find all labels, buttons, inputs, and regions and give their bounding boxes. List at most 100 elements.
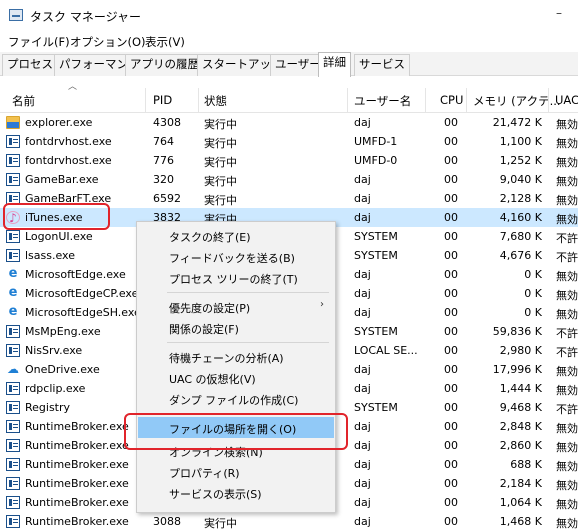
- process-cpu: 00: [444, 325, 458, 338]
- menu-item-uac-virtualization[interactable]: UAC の仮想化(V): [138, 367, 334, 388]
- process-name: RuntimeBroker.exe: [25, 477, 129, 490]
- column-name[interactable]: 名前: [12, 93, 35, 109]
- tab-app-history[interactable]: アプリの履歴: [125, 54, 204, 76]
- column-divider[interactable]: [466, 88, 467, 113]
- menu-item-label: 優先度の設定(P): [169, 302, 251, 315]
- process-user: daj: [354, 306, 371, 319]
- task-manager-icon: [9, 9, 23, 21]
- process-name: explorer.exe: [25, 116, 93, 129]
- process-cpu: 00: [444, 135, 458, 148]
- menu-separator: [167, 292, 329, 293]
- menu-item-properties[interactable]: プロパティ(R): [138, 461, 334, 482]
- process-user: daj: [354, 420, 371, 433]
- minimize-button[interactable]: –: [544, 6, 574, 24]
- table-row[interactable]: GameBar.exe 320 実行中 daj 00 9,040 K 無効: [0, 170, 578, 189]
- column-uac[interactable]: UAC: [555, 93, 578, 107]
- exe-icon: [6, 135, 20, 148]
- process-memory: 1,444 K: [499, 382, 542, 395]
- process-memory: 2,184 K: [499, 477, 542, 490]
- annotation-highlight-open-location: [124, 413, 348, 450]
- column-divider[interactable]: [198, 88, 199, 113]
- process-uac: 無効: [556, 498, 578, 511]
- process-status: 実行中: [204, 118, 237, 131]
- process-name: RuntimeBroker.exe: [25, 496, 129, 509]
- process-pid: 6592: [153, 192, 181, 205]
- column-divider[interactable]: [145, 88, 146, 113]
- menu-view[interactable]: 表示(V): [145, 34, 185, 50]
- process-uac: 無効: [556, 213, 578, 226]
- process-cpu: 00: [444, 287, 458, 300]
- process-name: RuntimeBroker.exe: [25, 458, 129, 471]
- menu-item-create-dump-file[interactable]: ダンプ ファイルの作成(C): [138, 388, 334, 409]
- menu-item-analyze-wait-chain[interactable]: 待機チェーンの分析(A): [138, 346, 334, 367]
- process-user: daj: [354, 268, 371, 281]
- process-memory: 1,252 K: [499, 154, 542, 167]
- tab-processes[interactable]: プロセス: [2, 54, 58, 76]
- process-cpu: 00: [444, 477, 458, 490]
- process-name: GameBar.exe: [25, 173, 99, 186]
- menu-item-set-priority[interactable]: 優先度の設定(P) ›: [138, 296, 334, 317]
- column-divider[interactable]: [347, 88, 348, 113]
- process-uac: 無効: [556, 289, 578, 302]
- column-cpu[interactable]: CPU: [440, 93, 463, 107]
- process-user: daj: [354, 439, 371, 452]
- menu-file[interactable]: ファイル(F): [8, 34, 70, 50]
- menu-options[interactable]: オプション(O): [70, 34, 146, 50]
- process-status: 実行中: [204, 517, 237, 529]
- process-user: SYSTEM: [354, 325, 398, 338]
- process-uac: 無効: [556, 137, 578, 150]
- exe-icon: [6, 344, 20, 357]
- exe-icon: [6, 173, 20, 186]
- table-row[interactable]: fontdrvhost.exe 776 実行中 UMFD-0 00 1,252 K 無効: [0, 151, 578, 170]
- table-row[interactable]: explorer.exe 4308 実行中 daj 00 21,472 K 無効: [0, 113, 578, 132]
- tab-services[interactable]: サービス: [354, 54, 410, 76]
- process-memory: 2,860 K: [499, 439, 542, 452]
- process-memory: 17,996 K: [492, 363, 542, 376]
- process-memory: 4,676 K: [499, 249, 542, 262]
- table-row[interactable]: RuntimeBroker.exe 3088 実行中 daj 00 1,468 K 無効: [0, 512, 578, 529]
- onedrive-icon: ☁: [7, 362, 19, 376]
- exe-icon: [6, 458, 20, 471]
- menu-item-label: タスクの終了(E): [169, 231, 251, 244]
- process-memory: 0 K: [524, 287, 542, 300]
- menu-item-set-affinity[interactable]: 関係の設定(F): [138, 317, 334, 338]
- process-memory: 1,468 K: [499, 515, 542, 528]
- menu-item-label: サービスの表示(S): [169, 488, 262, 501]
- process-memory: 4,160 K: [499, 211, 542, 224]
- chevron-right-icon: ›: [320, 299, 324, 310]
- exe-icon: [6, 515, 20, 528]
- menu-item-end-process-tree[interactable]: プロセス ツリーの終了(T): [138, 267, 334, 288]
- process-memory: 0 K: [524, 306, 542, 319]
- process-uac: 無効: [556, 270, 578, 283]
- menu-item-label: UAC の仮想化(V): [169, 373, 256, 386]
- table-row[interactable]: fontdrvhost.exe 764 実行中 UMFD-1 00 1,100 K 無効: [0, 132, 578, 151]
- column-divider[interactable]: [548, 88, 549, 113]
- process-memory: 0 K: [524, 268, 542, 281]
- process-pid: 320: [153, 173, 174, 186]
- process-user: daj: [354, 287, 371, 300]
- window-title: タスク マネージャー: [30, 10, 141, 24]
- column-divider[interactable]: [425, 88, 426, 113]
- column-user[interactable]: ユーザー名: [354, 93, 411, 109]
- process-uac: 無効: [556, 365, 578, 378]
- column-pid[interactable]: PID: [153, 93, 172, 107]
- edge-icon: e: [8, 266, 18, 281]
- tab-details[interactable]: 詳細: [318, 52, 351, 77]
- column-status[interactable]: 状態: [204, 93, 227, 109]
- menu-item-send-feedback[interactable]: フィードバックを送る(B): [138, 246, 334, 267]
- menu-item-label: プロセス ツリーの終了(T): [169, 273, 298, 286]
- menu-item-end-task[interactable]: タスクの終了(E): [138, 225, 334, 246]
- exe-icon: [6, 154, 20, 167]
- process-cpu: 00: [444, 420, 458, 433]
- folder-icon: [6, 116, 20, 129]
- menu-item-go-to-services[interactable]: サービスの表示(S): [138, 482, 334, 503]
- process-status: 実行中: [204, 156, 237, 169]
- exe-icon: [6, 249, 20, 262]
- process-user: daj: [354, 458, 371, 471]
- process-uac: 無効: [556, 460, 578, 473]
- process-cpu: 00: [444, 344, 458, 357]
- process-cpu: 00: [444, 211, 458, 224]
- process-cpu: 00: [444, 116, 458, 129]
- process-uac: 無効: [556, 441, 578, 454]
- process-name: RuntimeBroker.exe: [25, 515, 129, 528]
